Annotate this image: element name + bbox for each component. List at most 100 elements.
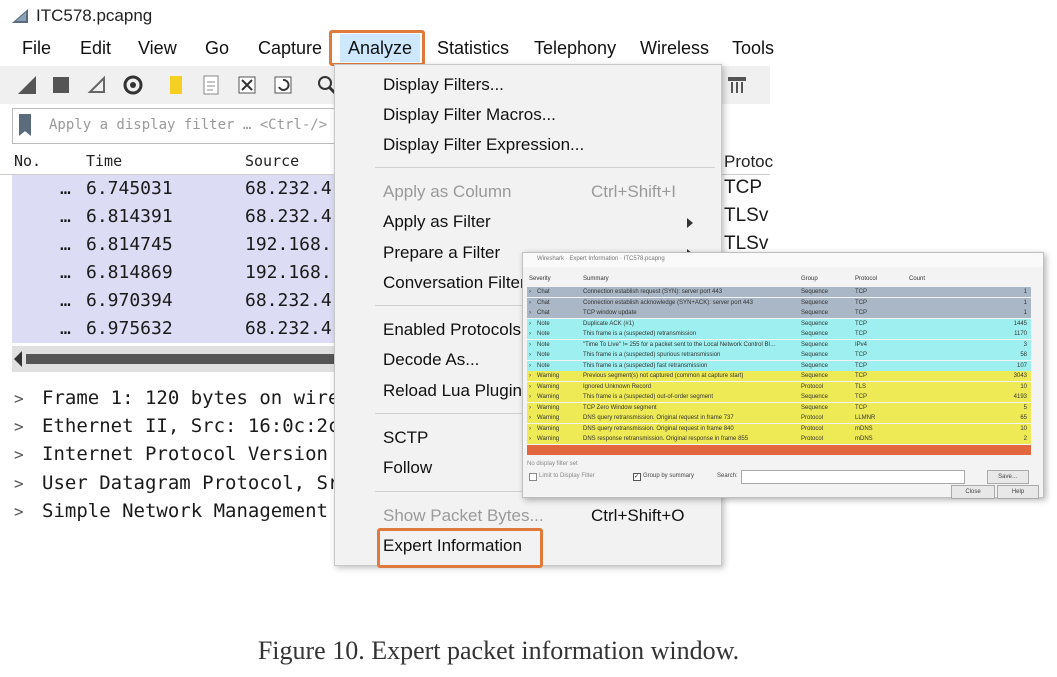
display-filter-input[interactable]: Apply a display filter … <Ctrl-/> [12, 108, 336, 144]
expand-chevron-icon[interactable]: › [529, 426, 531, 432]
menu-file[interactable]: File [22, 38, 51, 59]
expand-chevron-icon[interactable]: › [529, 321, 531, 327]
expert-col-group[interactable]: Group [801, 276, 818, 282]
menu-item-conversation-filter[interactable]: Conversation Filter [383, 273, 526, 293]
start-capture-icon[interactable] [16, 74, 38, 96]
expand-chevron-icon[interactable]: > [14, 445, 42, 464]
expert-row[interactable]: › Chat Connection establish acknowledge (S… [527, 297, 1031, 308]
expert-row[interactable]: › Note This frame is a (suspected) fast re… [527, 360, 1031, 371]
expand-chevron-icon[interactable]: › [529, 331, 531, 337]
limit-to-display-filter-checkbox[interactable] [529, 473, 537, 481]
menu-item-show-packet-bytes[interactable]: Show Packet Bytes... [383, 506, 544, 526]
detail-tree-item[interactable]: > Ethernet II, Src: 16:0c:2c [14, 415, 339, 443]
menu-item-enabled-protocols[interactable]: Enabled Protocols. [383, 320, 526, 340]
column-header-protocol[interactable]: Protoc [724, 152, 773, 172]
expand-chevron-icon[interactable]: › [529, 394, 531, 400]
menu-item-reload-lua-plugins[interactable]: Reload Lua Plugins [383, 381, 530, 401]
expert-col-protocol[interactable]: Protocol [855, 276, 877, 282]
expand-chevron-icon[interactable]: › [529, 352, 531, 358]
expert-row[interactable] [527, 444, 1031, 455]
expand-chevron-icon[interactable]: › [529, 300, 531, 306]
expert-row[interactable]: › Warning Previous segment(s) not captured… [527, 371, 1031, 381]
column-header-no[interactable]: No. [14, 152, 41, 170]
expert-row[interactable]: › Warning DNS response retransmission. Ori… [527, 434, 1031, 444]
menu-wireless[interactable]: Wireless [640, 38, 709, 59]
close-button[interactable]: Close [951, 485, 995, 499]
menu-telephony[interactable]: Telephony [534, 38, 616, 59]
packet-row[interactable]: … 6.975632 68.232.4 [12, 315, 352, 343]
menu-item-apply-as-filter[interactable]: Apply as Filter [383, 212, 491, 232]
expert-row[interactable]: › Warning DNS query retransmission. Origin… [527, 423, 1031, 434]
menu-item-apply-as-column[interactable]: Apply as Column [383, 182, 512, 202]
detail-tree-item[interactable]: > Internet Protocol Version [14, 443, 328, 471]
packet-row[interactable]: … 6.814869 192.168. [12, 259, 352, 287]
expand-chevron-icon[interactable]: > [14, 502, 42, 521]
expand-chevron-icon[interactable]: > [14, 417, 42, 436]
menu-tools[interactable]: Tools [732, 38, 774, 59]
group-by-summary-checkbox[interactable]: ✓ [633, 473, 641, 481]
expand-chevron-icon[interactable]: › [529, 289, 531, 295]
menu-item-sctp[interactable]: SCTP [383, 428, 428, 448]
expert-row[interactable]: › Warning TCP Zero Window segment Sequence T… [527, 402, 1031, 413]
expert-row[interactable]: › Warning DNS query retransmission. Origin… [527, 413, 1031, 423]
menu-go[interactable]: Go [205, 38, 229, 59]
expand-chevron-icon[interactable]: › [529, 342, 531, 348]
menu-item-prepare-a-filter[interactable]: Prepare a Filter [383, 243, 500, 263]
reload-file-icon[interactable] [272, 74, 294, 96]
expand-chevron-icon[interactable]: › [529, 363, 531, 369]
help-button[interactable]: Help [997, 485, 1039, 499]
packet-row[interactable]: … 6.745031 68.232.4 [12, 175, 352, 203]
packet-row[interactable]: … 6.814745 192.168. [12, 231, 352, 259]
bookmark-icon[interactable] [19, 114, 31, 136]
expert-row[interactable]: › Note "Time To Live" != 255 for a packet … [527, 339, 1031, 350]
expert-row[interactable]: › Warning This frame is a (suspected) out-… [527, 392, 1031, 402]
menu-capture[interactable]: Capture [258, 38, 322, 59]
expand-chevron-icon[interactable]: › [529, 415, 531, 421]
detail-tree-item[interactable]: > User Datagram Protocol, Sr [14, 472, 339, 500]
expert-row[interactable]: › Chat Connection establish request (SYN):… [527, 287, 1031, 297]
expert-row[interactable]: › Warning Ignored Unknown Record Protocol TL… [527, 381, 1031, 392]
expand-chevron-icon[interactable]: › [529, 373, 531, 379]
menu-item-decode-as[interactable]: Decode As... [383, 350, 479, 370]
expand-chevron-icon[interactable]: › [529, 384, 531, 390]
scrollbar-thumb[interactable] [26, 354, 336, 364]
expert-row[interactable]: › Note Duplicate ACK (#1) Sequence TCP 1445 [527, 318, 1031, 329]
column-header-time[interactable]: Time [86, 152, 122, 170]
expand-chevron-icon[interactable]: > [14, 389, 42, 408]
menu-statistics[interactable]: Statistics [437, 38, 509, 59]
expert-col-summary[interactable]: Summary [583, 276, 609, 282]
expand-chevron-icon[interactable]: > [14, 474, 42, 493]
detail-tree-item[interactable]: > Frame 1: 120 bytes on wire [14, 387, 339, 415]
save-file-icon[interactable] [200, 74, 222, 96]
menu-analyze[interactable]: Analyze [340, 34, 421, 62]
resize-columns-icon[interactable] [726, 74, 748, 96]
stop-capture-icon[interactable] [50, 74, 72, 96]
expert-col-severity[interactable]: Severity [529, 276, 551, 282]
column-header-source[interactable]: Source [245, 152, 299, 170]
expert-col-count[interactable]: Count [909, 276, 925, 282]
packet-list-hscrollbar[interactable] [12, 346, 342, 372]
menu-item-expert-information[interactable]: Expert Information [383, 536, 522, 556]
menu-view[interactable]: View [138, 38, 177, 59]
scroll-left-icon[interactable] [14, 351, 22, 367]
expert-row[interactable]: › Note This frame is a (suspected) retrans… [527, 329, 1031, 339]
packet-row[interactable]: … 6.970394 68.232.4 [12, 287, 352, 315]
expand-chevron-icon[interactable]: › [529, 310, 531, 316]
expert-row[interactable]: › Note This frame is a (suspected) spuriou… [527, 350, 1031, 360]
save-button[interactable]: Save… [987, 470, 1029, 484]
capture-options-icon[interactable] [122, 74, 144, 96]
menu-edit[interactable]: Edit [80, 38, 111, 59]
expand-chevron-icon[interactable]: › [529, 405, 531, 411]
menu-item-follow[interactable]: Follow [383, 458, 432, 478]
close-file-icon[interactable] [236, 74, 258, 96]
open-file-icon[interactable] [166, 74, 188, 96]
menu-item-display-filter-expression[interactable]: Display Filter Expression... [383, 135, 584, 155]
packet-row[interactable]: … 6.814391 68.232.4 [12, 203, 352, 231]
expand-chevron-icon[interactable]: › [529, 436, 531, 442]
restart-capture-icon[interactable] [86, 74, 108, 96]
detail-tree-item[interactable]: > Simple Network Management [14, 500, 328, 528]
expert-row[interactable]: › Chat TCP window update Sequence TCP 1 [527, 308, 1031, 318]
menu-item-display-filter-macros[interactable]: Display Filter Macros... [383, 105, 556, 125]
menu-item-display-filters[interactable]: Display Filters... [383, 75, 504, 95]
expert-search-input[interactable] [741, 470, 965, 484]
